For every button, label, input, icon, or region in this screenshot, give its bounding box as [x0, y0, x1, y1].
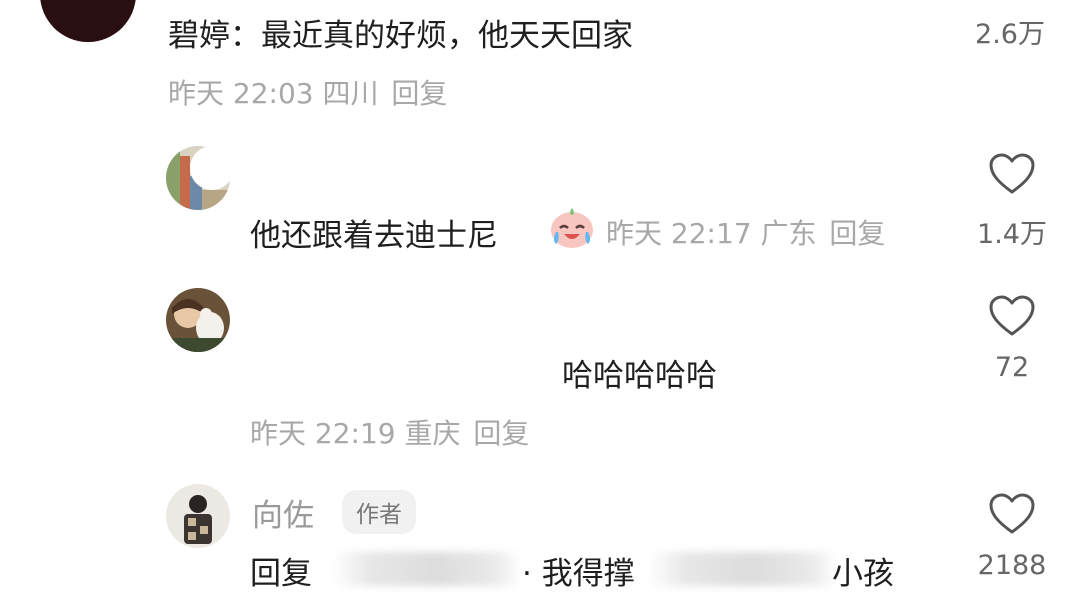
reply-1-meta: 昨天 22:17 广东 回复	[606, 212, 885, 252]
blurred-mention	[332, 552, 522, 586]
top-comment-meta: 昨天 22:03 四川 回复	[168, 72, 447, 112]
reply-3-like-count: 2188	[977, 550, 1047, 581]
reply-2-location: 重庆	[404, 417, 461, 450]
reply-2-like-count: 72	[994, 352, 1030, 383]
reply-3-text-part2: 小孩	[832, 556, 894, 592]
heart-outline-icon[interactable]	[988, 492, 1036, 536]
heart-outline-icon[interactable]	[988, 294, 1036, 338]
reply-1-text: 他还跟着去迪士尼	[250, 218, 498, 254]
reply-1-location: 广东	[760, 217, 817, 250]
author-badge: 作者	[342, 490, 416, 534]
reply-3-text: 回复	[250, 548, 312, 593]
avatar-top-comment[interactable]	[40, 0, 136, 42]
top-comment-like-count: 2.6万	[975, 19, 1045, 50]
reply-1-reply-button[interactable]: 回复	[829, 217, 885, 250]
reply-2-reply-button[interactable]: 回复	[473, 417, 529, 450]
reply-3-author-name[interactable]: 向佐	[252, 490, 314, 535]
reply-3-text-part1: · 我得撑	[522, 556, 635, 592]
avatar-reply-2[interactable]	[166, 288, 230, 352]
reply-2-text: 哈哈哈哈哈	[562, 358, 717, 394]
reply-1-date: 昨天 22:17	[606, 217, 752, 250]
reply-2-date: 昨天 22:19	[250, 417, 396, 450]
reply-2-meta: 昨天 22:19 重庆 回复	[250, 412, 529, 452]
blurred-text	[648, 552, 838, 586]
top-comment-text: 碧婷：最近真的好烦，他天天回家	[168, 18, 633, 54]
heart-outline-icon[interactable]	[988, 152, 1036, 196]
top-comment-reply-button[interactable]: 回复	[391, 77, 447, 110]
crying-laughing-emoji	[548, 202, 596, 250]
avatar-reply-3-author[interactable]	[166, 484, 230, 548]
reply-1-like-count: 1.4万	[977, 219, 1047, 250]
top-comment-location: 四川	[322, 77, 379, 110]
top-comment-date: 昨天 22:03	[168, 77, 314, 110]
avatar-reply-1[interactable]	[166, 146, 230, 210]
reply-3-reply-prefix: 回复	[250, 556, 312, 592]
